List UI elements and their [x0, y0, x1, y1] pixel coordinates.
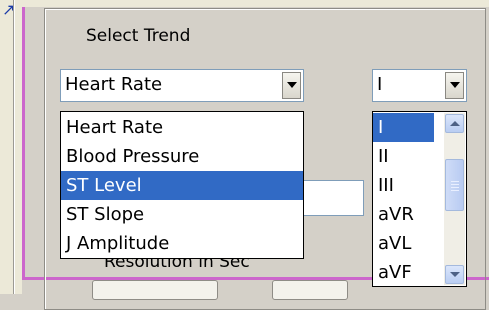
scroll-up-button[interactable]	[445, 114, 464, 133]
lead-option-i[interactable]: I	[373, 113, 434, 142]
divider-highlight	[14, 0, 15, 294]
trend-option-j-amplitude[interactable]: J Amplitude	[61, 229, 303, 258]
select-trend-label: Select Trend	[86, 26, 191, 46]
grip-line	[451, 187, 459, 188]
lead-dropdown-button[interactable]	[445, 72, 464, 99]
lead-select-value: I	[377, 74, 383, 95]
trend-option-st-slope[interactable]: ST Slope	[61, 200, 303, 229]
hidden-input	[92, 280, 218, 300]
hidden-button	[272, 280, 348, 300]
chevron-up-icon	[450, 121, 460, 126]
lead-option-ii[interactable]: II	[373, 142, 389, 171]
trend-select[interactable]: Heart Rate	[60, 69, 304, 102]
lead-select[interactable]: I	[372, 69, 467, 102]
grip-line	[451, 190, 459, 191]
lead-option-avl[interactable]: aVL	[373, 229, 411, 258]
hidden-combo	[300, 180, 364, 216]
trend-dropdown-list: Heart Rate Blood Pressure ST Level ST Sl…	[60, 111, 304, 259]
trend-option-heart-rate[interactable]: Heart Rate	[61, 113, 303, 142]
lead-option-avf[interactable]: aVF	[373, 258, 412, 287]
lead-option-iii[interactable]: III	[373, 171, 394, 200]
lead-option-avr[interactable]: aVR	[373, 200, 414, 229]
trend-select-value: Heart Rate	[65, 74, 163, 95]
trend-dropdown-button[interactable]	[282, 72, 301, 99]
top-strip	[22, 0, 489, 7]
trend-option-st-level[interactable]: ST Level	[61, 171, 303, 200]
grip-line	[451, 181, 459, 182]
grip-line	[451, 184, 459, 185]
scroll-thumb[interactable]	[445, 159, 464, 211]
chevron-down-icon	[450, 272, 460, 277]
lead-dropdown-list: I II III aVR aVL aVF	[372, 111, 467, 287]
scroll-down-button[interactable]	[445, 265, 464, 284]
left-gutter: ↗	[0, 0, 22, 294]
trend-option-blood-pressure[interactable]: Blood Pressure	[61, 142, 303, 171]
lead-scrollbar[interactable]	[444, 113, 465, 285]
